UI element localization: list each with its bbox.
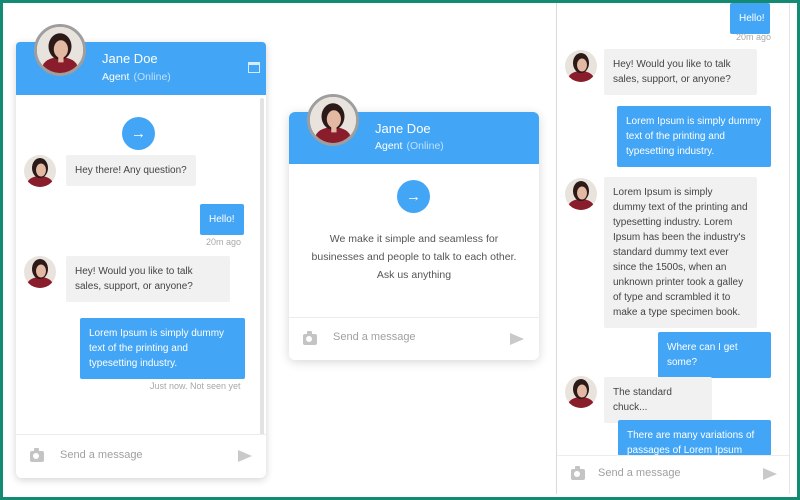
message-input[interactable]: Send a message bbox=[333, 331, 416, 343]
camera-icon[interactable] bbox=[571, 466, 585, 480]
camera-icon[interactable] bbox=[303, 331, 317, 345]
message-outgoing: Lorem Ipsum is simply dummy text of the … bbox=[80, 318, 245, 379]
agent-status: (Online) bbox=[406, 140, 444, 152]
agent-avatar bbox=[24, 155, 56, 187]
message-input[interactable]: Send a message bbox=[60, 449, 143, 461]
chat-header: Jane Doe Agent (Online) bbox=[16, 24, 266, 95]
agent-avatar bbox=[307, 94, 359, 146]
message-outgoing: Hello! bbox=[730, 3, 770, 34]
agent-role: Agent (Online) bbox=[102, 71, 171, 83]
agent-avatar bbox=[565, 376, 597, 408]
agent-role: Agent (Online) bbox=[375, 140, 444, 152]
message-outgoing: Where can I get some? bbox=[658, 332, 771, 378]
agent-status: (Online) bbox=[133, 71, 171, 83]
send-icon[interactable] bbox=[238, 450, 252, 462]
agent-role-label: Agent bbox=[375, 140, 403, 152]
message-input[interactable]: Send a message bbox=[598, 467, 681, 479]
message-outgoing: Hello! bbox=[200, 204, 244, 235]
chat-header: Jane Doe Agent (Online) bbox=[289, 94, 539, 164]
chat-widget-expanded: Hello! 20m ago Hey! Would you like to ta… bbox=[556, 0, 790, 494]
chat-widget-welcome: Jane Doe Agent (Online) → We make it simp… bbox=[289, 94, 539, 360]
agent-role-label: Agent bbox=[102, 71, 130, 83]
message-outgoing: Lorem Ipsum is simply dummy text of the … bbox=[617, 106, 771, 167]
message-incoming: Lorem Ipsum is simply dummy text of the … bbox=[604, 177, 757, 328]
message-composer: Send a message bbox=[557, 455, 789, 494]
agent-avatar bbox=[565, 50, 597, 82]
message-composer: Send a message bbox=[289, 317, 539, 360]
minimize-icon[interactable] bbox=[248, 62, 260, 73]
arrow-right-icon[interactable]: → bbox=[397, 180, 430, 213]
message-incoming: Hey! Would you like to talk sales, suppo… bbox=[604, 49, 757, 95]
scrollbar[interactable] bbox=[260, 98, 264, 436]
message-timestamp: 20m ago bbox=[736, 32, 772, 42]
agent-name: Jane Doe bbox=[375, 121, 431, 136]
agent-avatar bbox=[34, 24, 86, 76]
message-status: Just now. Not seen yet bbox=[150, 381, 241, 391]
agent-avatar bbox=[24, 256, 56, 288]
message-composer: Send a message bbox=[16, 434, 266, 478]
camera-icon[interactable] bbox=[30, 448, 44, 462]
message-incoming: Hey there! Any question? bbox=[66, 155, 196, 186]
welcome-text: We make it simple and seamless for busin… bbox=[311, 233, 517, 281]
agent-name: Jane Doe bbox=[102, 51, 158, 66]
message-timestamp: 20m ago bbox=[206, 237, 242, 247]
send-icon[interactable] bbox=[510, 333, 524, 345]
message-outgoing: There are many variations of passages of… bbox=[618, 420, 771, 456]
arrow-right-icon[interactable]: → bbox=[122, 117, 155, 150]
send-icon[interactable] bbox=[763, 468, 777, 480]
message-incoming: The standard chuck... bbox=[604, 377, 712, 423]
message-incoming: Hey! Would you like to talk sales, suppo… bbox=[66, 256, 230, 302]
chat-widget-conversation: Jane Doe Agent (Online) → Hey there! Any … bbox=[16, 24, 266, 478]
agent-avatar bbox=[565, 178, 597, 210]
